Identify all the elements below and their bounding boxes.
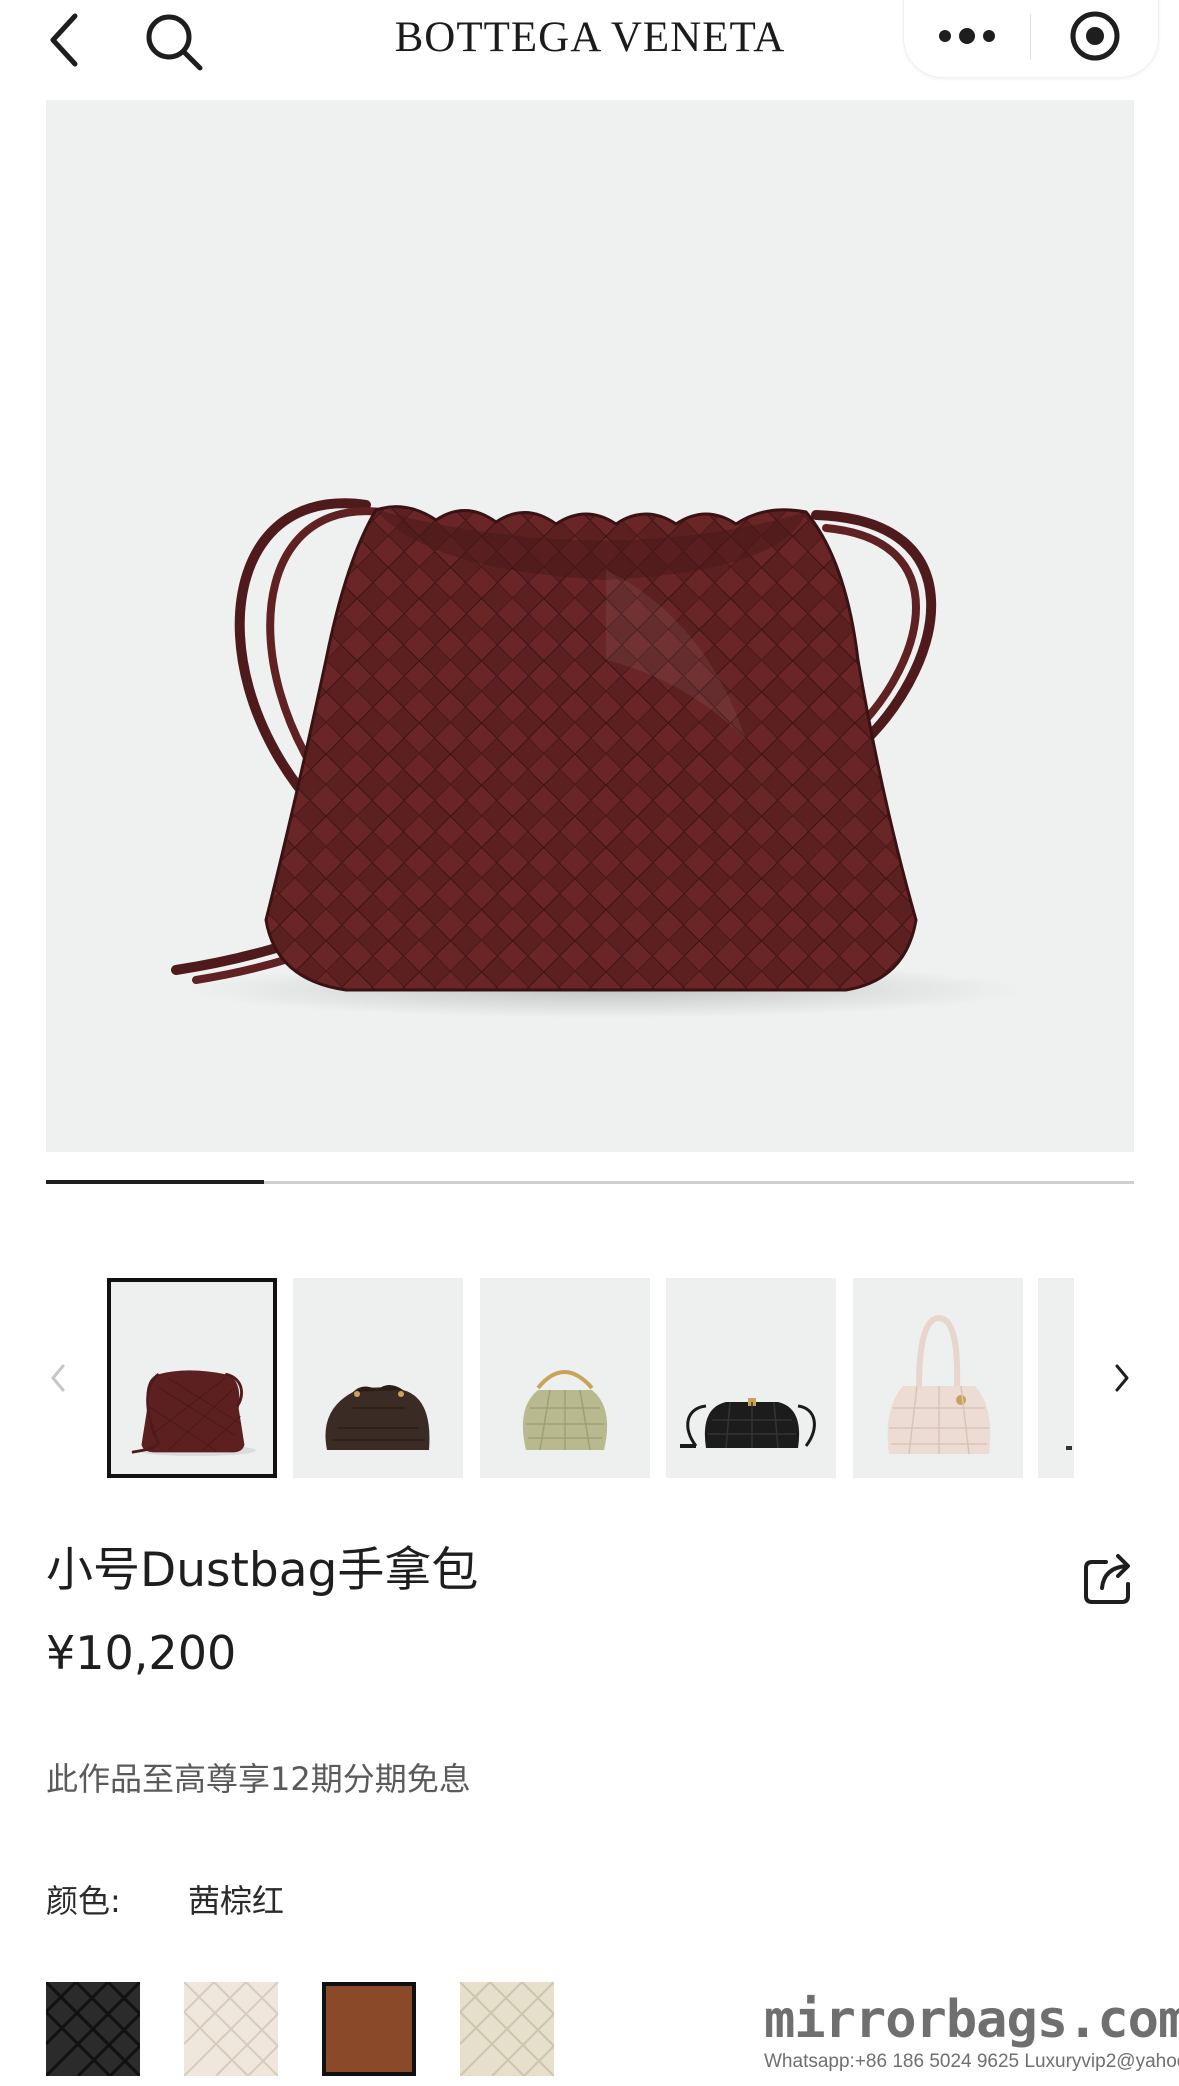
installment-note: 此作品至高尊享12期分期免息	[46, 1760, 471, 1798]
target-icon	[1070, 11, 1120, 61]
thumbnail-next-button[interactable]	[1100, 1338, 1144, 1418]
color-swatch-cognac[interactable]	[322, 1982, 416, 2076]
search-icon	[146, 14, 203, 71]
thumbnail-image	[325, 1385, 430, 1450]
thumbnail-dark-brown-dustbag[interactable]	[293, 1278, 463, 1478]
thumbnail-burgundy-dustbag[interactable]	[107, 1278, 277, 1478]
search-button[interactable]	[138, 6, 210, 78]
more-dots-icon	[939, 28, 995, 44]
thumbnail-sage-hobo[interactable]	[480, 1278, 650, 1478]
color-label: 颜色:	[46, 1882, 121, 1920]
top-navigation-bar: BOTTEGA VENETA	[0, 0, 1179, 92]
color-swatch-beige[interactable]	[460, 1982, 554, 2076]
thumbnail-prev-button[interactable]	[40, 1338, 76, 1418]
swatch-weave-beige	[460, 1982, 554, 2076]
more-button[interactable]	[904, 0, 1030, 72]
swatch-solid-cognac	[326, 1986, 412, 2072]
mini-program-capsule	[903, 0, 1159, 78]
thumbnail-image	[131, 1370, 256, 1457]
thumbnail-carousel	[0, 1278, 1179, 1480]
chevron-right-icon	[1115, 1364, 1129, 1392]
watermark-contact: Whatsapp:+86 186 5024 9625 Luxuryvip2@ya…	[764, 2051, 1179, 2072]
product-price: ¥10,200	[46, 1626, 237, 1680]
gallery-progress-track	[46, 1180, 1134, 1184]
thumbnail-image	[522, 1370, 608, 1451]
watermark: mirrorbags.com Whatsapp:+86 186 5024 962…	[760, 1990, 1179, 2086]
close-mini-program-button[interactable]	[1031, 0, 1159, 72]
swatch-weave-cream	[184, 1982, 278, 2076]
thumbnail-black-clutch[interactable]	[666, 1278, 836, 1478]
color-swatch-cream[interactable]	[184, 1982, 278, 2076]
share-icon	[1084, 1554, 1130, 1604]
product-title: 小号Dustbag手拿包	[46, 1543, 479, 1598]
watermark-domain: mirrorbags.com	[764, 1990, 1179, 2050]
chevron-left-icon	[51, 1364, 65, 1392]
thumbnail-image	[1066, 1446, 1072, 1450]
share-button[interactable]	[1082, 1550, 1136, 1606]
thumbnail-partial-item[interactable]	[1038, 1278, 1074, 1478]
thumbnail-blush-tote[interactable]	[853, 1278, 1023, 1478]
swatch-weave-black	[46, 1982, 140, 2076]
product-hero-image[interactable]	[46, 100, 1134, 1152]
thumbnail-image	[887, 1314, 991, 1455]
color-swatch-black[interactable]	[46, 1982, 140, 2076]
brand-logo[interactable]: BOTTEGA VENETA	[330, 8, 850, 68]
gallery-progress-fill	[46, 1180, 264, 1184]
bag-illustration	[171, 498, 1026, 1018]
color-value: 茜棕红	[188, 1882, 285, 1920]
back-button[interactable]	[36, 8, 92, 72]
chevron-left-icon	[50, 13, 78, 67]
thumbnail-image	[680, 1398, 816, 1449]
